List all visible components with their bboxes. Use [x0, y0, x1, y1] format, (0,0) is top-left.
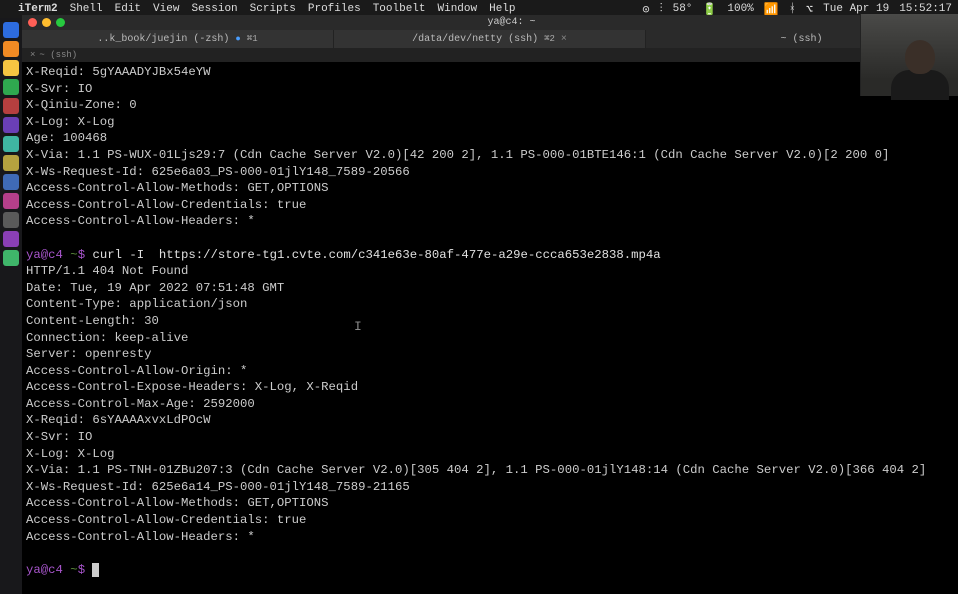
terminal-output[interactable]: X-Reqid: 5gYAAADYJBx54eYW X-Svr: IO X-Qi… — [22, 62, 958, 594]
menu-shell[interactable]: Shell — [70, 3, 103, 15]
output-line: X-Log: X-Log — [26, 447, 115, 461]
window-titlebar: ya@c4: ~ — [22, 15, 958, 30]
menu-session[interactable]: Session — [191, 3, 237, 15]
tab-2-close-icon[interactable]: × — [561, 34, 567, 45]
pane-title-bar: × ~ (ssh) — [22, 48, 958, 62]
output-line: Access-Control-Allow-Methods: GET,OPTION… — [26, 181, 329, 195]
prompt-userhost-2: ya@c4 — [26, 563, 63, 577]
text-caret-icon: I — [354, 319, 362, 336]
dock-app-13[interactable] — [3, 250, 19, 266]
bluetooth-icon[interactable]: ᚼ — [789, 2, 796, 16]
menu-edit[interactable]: Edit — [115, 3, 141, 15]
weather-temp[interactable]: 58° — [673, 3, 693, 15]
dock-app-6[interactable] — [3, 117, 19, 133]
prompt-path: ~ — [70, 248, 77, 262]
tab-3-label: ~ (ssh) — [780, 34, 822, 45]
output-line: Age: 100468 — [26, 131, 107, 145]
dock-app-8[interactable] — [3, 155, 19, 171]
menu-window[interactable]: Window — [438, 3, 478, 15]
tab-2-label: /data/dev/netty (ssh) — [412, 34, 538, 45]
dock-app-7[interactable] — [3, 136, 19, 152]
output-line: Content-Length: 30 — [26, 314, 159, 328]
output-line: X-Reqid: 5gYAAADYJBx54eYW — [26, 65, 210, 79]
output-line: Access-Control-Allow-Credentials: true — [26, 198, 306, 212]
output-line: X-Via: 1.1 PS-TNH-01ZBu207:3 (Cdn Cache … — [26, 463, 926, 477]
tab-1-label: ..k_book/juejin (-zsh) — [97, 34, 229, 45]
menubar-app-name[interactable]: iTerm2 — [18, 3, 58, 15]
output-line: Access-Control-Expose-Headers: X-Log, X-… — [26, 380, 358, 394]
output-line: X-Ws-Request-Id: 625e6a14_PS-000-01jlY14… — [26, 480, 410, 494]
output-line: Connection: keep-alive — [26, 331, 188, 345]
dock-app-10[interactable] — [3, 193, 19, 209]
output-line: HTTP/1.1 404 Not Found — [26, 264, 188, 278]
pane-title: ~ (ssh) — [39, 50, 77, 60]
output-line: X-Ws-Request-Id: 625e6a03_PS-000-01jlY14… — [26, 165, 410, 179]
minimize-window-button[interactable] — [42, 18, 51, 27]
tab-1-shortcut: ⌘1 — [247, 34, 258, 44]
prompt-symbol: $ — [78, 248, 85, 262]
webcam-person-body — [891, 70, 949, 100]
tab-1[interactable]: ..k_book/juejin (-zsh) ● ⌘1 — [22, 30, 334, 48]
dock-app-4[interactable] — [3, 79, 19, 95]
dock-app-2[interactable] — [3, 41, 19, 57]
menubar-left: iTerm2 Shell Edit View Session Scripts P… — [6, 3, 516, 15]
menu-scripts[interactable]: Scripts — [250, 3, 296, 15]
traffic-lights — [22, 18, 65, 27]
output-line: Access-Control-Allow-Headers: * — [26, 530, 255, 544]
output-line: X-Svr: IO — [26, 430, 92, 444]
close-window-button[interactable] — [28, 18, 37, 27]
fullscreen-window-button[interactable] — [56, 18, 65, 27]
dock-app-9[interactable] — [3, 174, 19, 190]
pane-close-icon[interactable]: × — [30, 50, 35, 60]
dock-app-5[interactable] — [3, 98, 19, 114]
output-line: Access-Control-Allow-Credentials: true — [26, 513, 306, 527]
menu-profiles[interactable]: Profiles — [308, 3, 361, 15]
dock-app-11[interactable] — [3, 212, 19, 228]
output-line: X-Via: 1.1 PS-WUX-01Ljs29:7 (Cdn Cache S… — [26, 148, 889, 162]
dock-app-12[interactable] — [3, 231, 19, 247]
battery-percent[interactable]: 100% — [727, 3, 753, 15]
prompt-symbol-2: $ — [78, 563, 85, 577]
output-line: X-Log: X-Log — [26, 115, 115, 129]
output-line: X-Reqid: 6sYAAAAxvxLdPOcW — [26, 413, 210, 427]
output-line: Content-Type: application/json — [26, 297, 247, 311]
webcam-person-head — [905, 40, 935, 74]
tab-2[interactable]: /data/dev/netty (ssh) ⌘2 × — [334, 30, 646, 48]
command-1: curl -I https://store-tg1.cvte.com/c341e… — [92, 248, 660, 262]
output-line: Access-Control-Max-Age: 2592000 — [26, 397, 255, 411]
prompt-path-2: ~ — [70, 563, 77, 577]
output-line: Access-Control-Allow-Origin: * — [26, 364, 247, 378]
prompt-userhost: ya@c4 — [26, 248, 63, 262]
menu-view[interactable]: View — [153, 3, 179, 15]
status-graph-icon[interactable]: ⫶ — [660, 2, 663, 16]
output-line: X-Qiniu-Zone: 0 — [26, 98, 137, 112]
menu-toolbelt[interactable]: Toolbelt — [373, 3, 426, 15]
dock-app-1[interactable] — [3, 22, 19, 38]
output-line: Access-Control-Allow-Headers: * — [26, 214, 255, 228]
output-line: Server: openresty — [26, 347, 151, 361]
window-title: ya@c4: ~ — [65, 17, 958, 28]
terminal-tabbar: ..k_book/juejin (-zsh) ● ⌘1 /data/dev/ne… — [22, 30, 958, 48]
output-line: X-Svr: IO — [26, 82, 92, 96]
dock-app-3[interactable] — [3, 60, 19, 76]
macos-dock — [0, 18, 22, 594]
webcam-overlay — [860, 14, 958, 96]
menu-help[interactable]: Help — [489, 3, 515, 15]
output-line: Access-Control-Allow-Methods: GET,OPTION… — [26, 496, 329, 510]
tab-2-shortcut: ⌘2 — [544, 34, 555, 44]
output-line: Date: Tue, 19 Apr 2022 07:51:48 GMT — [26, 281, 284, 295]
terminal-cursor[interactable] — [92, 563, 99, 577]
tab-1-badge: ● — [235, 34, 240, 44]
